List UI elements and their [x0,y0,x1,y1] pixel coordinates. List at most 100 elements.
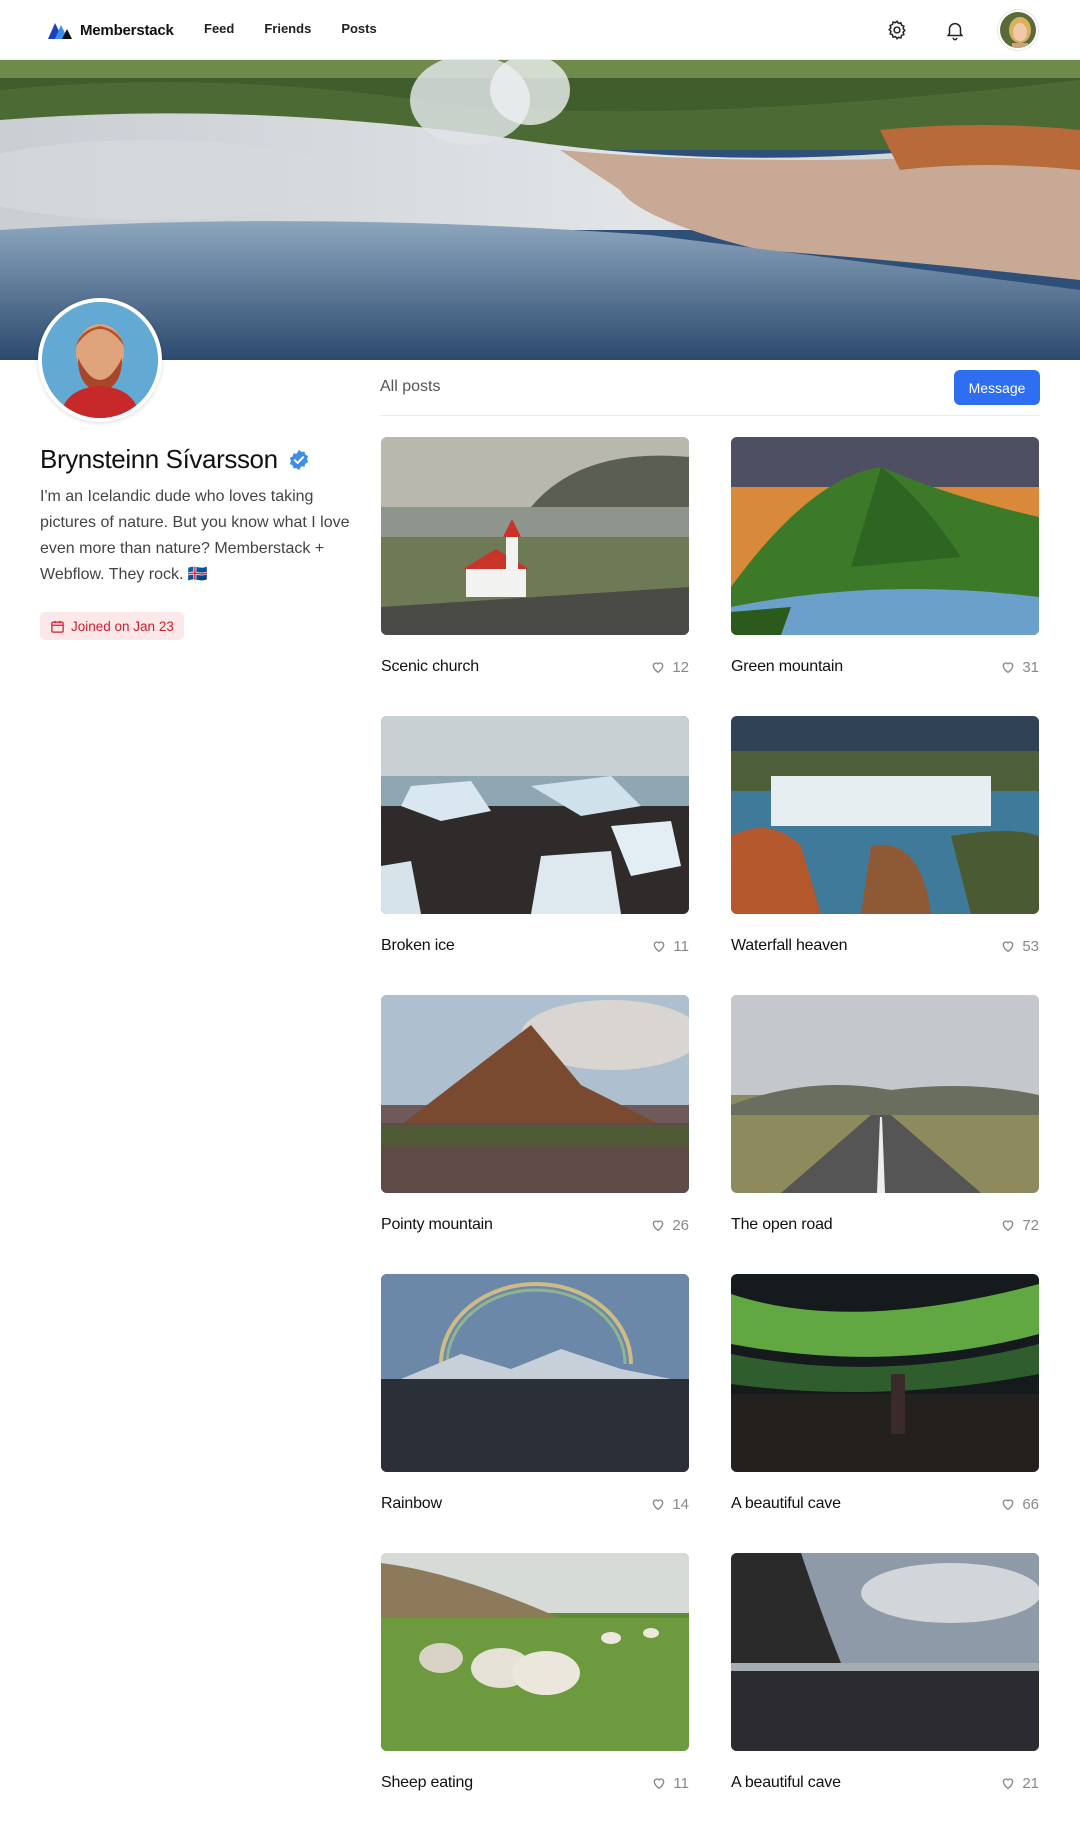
like-count[interactable]: 53 [1000,938,1039,955]
post-title: Pointy mountain [381,1216,493,1233]
profile-avatar [38,298,162,422]
post-meta: The open road 72 [731,1215,1039,1235]
heart-icon [1002,1499,1014,1511]
post-thumbnail [731,437,1039,635]
post-thumbnail [381,995,689,1193]
heart-icon [1002,1220,1014,1232]
post-meta: Pointy mountain 26 [381,1215,689,1235]
post-thumbnail [731,1553,1039,1751]
post-thumbnail [381,716,689,914]
post-card[interactable]: Scenic church 12 [381,437,689,716]
joined-badge: Joined on Jan 23 [40,612,184,640]
post-meta: A beautiful cave 21 [731,1773,1039,1793]
post-title: Rainbow [381,1495,442,1512]
nav-link-feed[interactable]: Feed [204,21,234,36]
like-count-value: 11 [673,937,689,955]
post-meta: Green mountain 31 [731,657,1039,677]
post-title: A beautiful cave [731,1774,841,1791]
post-meta: Waterfall heaven 53 [731,936,1039,956]
heart-icon [654,941,665,953]
post-thumbnail [381,1553,689,1751]
top-nav: Memberstack Feed Friends Posts [0,0,1080,60]
like-count-value: 21 [1022,1774,1039,1792]
heart-icon [1002,941,1014,953]
heart-icon [1002,1778,1014,1790]
post-card[interactable]: Green mountain 31 [731,437,1039,716]
post-title: A beautiful cave [731,1495,841,1512]
like-count-value: 66 [1022,1495,1039,1513]
nav-actions [882,10,1038,50]
post-card[interactable]: The open road 72 [731,995,1039,1274]
post-title: Broken ice [381,937,455,954]
user-avatar-image [1000,12,1036,48]
gear-icon [888,20,906,40]
profile-bio: I'm an Icelandic dude who loves taking p… [40,488,350,583]
post-title: Green mountain [731,658,843,675]
post-card[interactable]: A beautiful cave 66 [731,1274,1039,1553]
post-thumbnail [381,437,689,635]
verified-badge-icon [289,449,308,470]
post-card[interactable]: Pointy mountain 26 [381,995,689,1274]
nav-link-friends[interactable]: Friends [264,21,311,36]
like-count[interactable]: 14 [650,1496,689,1513]
post-thumbnail [731,1274,1039,1472]
nav-links: Feed Friends Posts [204,21,377,36]
post-meta: Broken ice 11 [381,936,689,956]
post-card[interactable]: Broken ice 11 [381,716,689,995]
heart-icon [1002,662,1014,674]
like-count-value: 72 [1022,1216,1039,1234]
profile-photo [42,302,158,418]
memberstack-logo-icon [48,23,72,39]
like-count[interactable]: 21 [1000,1775,1039,1792]
tab-all-posts[interactable]: All posts [380,378,440,396]
like-count[interactable]: 66 [1000,1496,1039,1513]
heart-icon [652,1220,664,1232]
profile-name: Brynsteinn Sívarsson [40,444,310,475]
notifications-button[interactable] [940,15,970,45]
like-count[interactable]: 26 [650,1217,689,1234]
like-count[interactable]: 12 [650,659,689,676]
post-meta: Rainbow 14 [381,1494,689,1514]
like-count-value: 14 [672,1495,689,1513]
posts-grid: Scenic church 12 Green mountain 31 Broke… [381,437,1040,1832]
joined-text: Joined on Jan 23 [71,618,174,634]
like-count-value: 53 [1022,937,1039,955]
nav-link-posts[interactable]: Posts [341,21,376,36]
post-thumbnail [731,995,1039,1193]
calendar-icon [51,620,64,633]
post-card[interactable]: Waterfall heaven 53 [731,716,1039,995]
heart-icon [654,1778,665,1790]
bell-icon [946,22,964,41]
settings-button[interactable] [882,15,912,45]
profile-name-text: Brynsteinn Sívarsson [40,444,278,474]
post-meta: Sheep eating 11 [381,1773,689,1793]
post-title: Scenic church [381,658,479,675]
like-count-value: 11 [673,1774,689,1792]
cover-image [0,60,1080,360]
geyser-landscape-image [0,60,1080,360]
post-thumbnail [731,716,1039,914]
post-title: The open road [731,1216,833,1233]
like-count[interactable]: 72 [1000,1217,1039,1234]
post-meta: Scenic church 12 [381,657,689,677]
like-count-value: 31 [1022,658,1039,676]
message-button[interactable]: Message [954,370,1040,405]
brand-name: Memberstack [80,21,174,39]
like-count-value: 12 [672,658,689,676]
posts-header: All posts Message [380,370,1040,416]
post-meta: A beautiful cave 66 [731,1494,1039,1514]
post-thumbnail [381,1274,689,1472]
like-count[interactable]: 11 [651,1775,689,1792]
heart-icon [652,1499,664,1511]
post-card[interactable]: Rainbow 14 [381,1274,689,1553]
like-count[interactable]: 11 [651,938,689,955]
heart-icon [652,662,664,674]
user-avatar[interactable] [998,10,1038,50]
like-count[interactable]: 31 [1000,659,1039,676]
brand-logo[interactable]: Memberstack [46,20,174,40]
post-title: Sheep eating [381,1774,473,1791]
post-card[interactable]: A beautiful cave 21 [731,1553,1039,1832]
post-card[interactable]: Sheep eating 11 [381,1553,689,1832]
post-title: Waterfall heaven [731,937,848,954]
like-count-value: 26 [672,1216,689,1234]
